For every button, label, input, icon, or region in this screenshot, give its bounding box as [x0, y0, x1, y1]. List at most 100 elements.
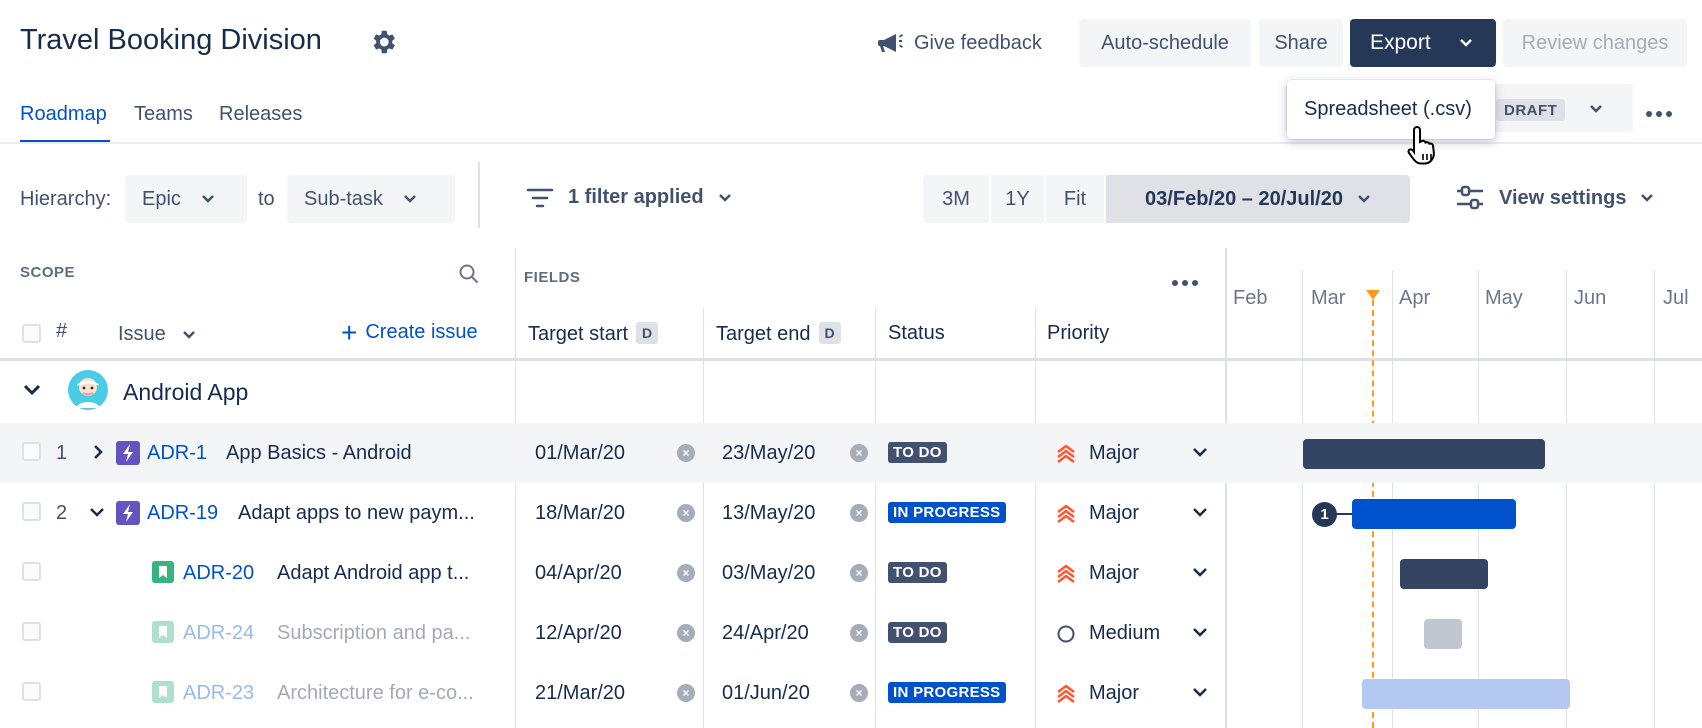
column-divider: [875, 308, 876, 728]
target-end-value[interactable]: 23/May/20: [722, 442, 815, 465]
chevron-down-icon[interactable]: [1192, 507, 1208, 519]
status-header: Status: [888, 322, 945, 344]
clear-date-icon[interactable]: ×: [677, 444, 695, 462]
timeline-divider: [1225, 248, 1227, 728]
target-start-value[interactable]: 04/Apr/20: [535, 562, 622, 585]
search-icon[interactable]: [458, 263, 480, 285]
row-checkbox[interactable]: [22, 442, 41, 461]
target-start-value[interactable]: 21/Mar/20: [535, 682, 625, 705]
issue-key-link[interactable]: ADR-20: [183, 562, 254, 585]
clear-date-icon[interactable]: ×: [677, 684, 695, 702]
issue-key-link[interactable]: ADR-23: [183, 682, 254, 705]
view-settings-button[interactable]: View settings: [1455, 185, 1654, 211]
to-label: to: [258, 188, 275, 210]
issue-column-header[interactable]: Issue: [118, 323, 196, 346]
issue-summary[interactable]: App Basics - Android: [226, 442, 412, 465]
column-divider: [1035, 308, 1036, 728]
issue-summary[interactable]: Architecture for e-co...: [277, 682, 474, 705]
target-end-header: Target end D: [716, 322, 841, 346]
status-badge[interactable]: TO DO: [888, 442, 947, 463]
more-actions-icon[interactable]: [1646, 104, 1676, 122]
status-badge[interactable]: IN PROGRESS: [888, 502, 1006, 523]
collapse-chevron-icon[interactable]: [89, 507, 105, 519]
priority-medium-icon: [1057, 625, 1075, 643]
issue-summary[interactable]: Adapt apps to new paym...: [238, 502, 475, 525]
row-checkbox[interactable]: [22, 682, 41, 701]
target-start-value[interactable]: 18/Mar/20: [535, 502, 625, 525]
month-gridline: [1566, 270, 1567, 728]
clear-date-icon[interactable]: ×: [677, 564, 695, 582]
issue-summary[interactable]: Subscription and pa...: [277, 622, 470, 645]
export-button[interactable]: Export: [1350, 19, 1496, 67]
timeline-bar[interactable]: [1362, 679, 1570, 709]
dependency-count-badge[interactable]: 1: [1312, 502, 1337, 527]
fields-more-icon[interactable]: [1172, 273, 1202, 291]
clear-date-icon[interactable]: ×: [850, 624, 868, 642]
chevron-down-icon[interactable]: [1589, 104, 1603, 114]
export-csv-option[interactable]: Spreadsheet (.csv): [1304, 98, 1472, 121]
timeline-bar[interactable]: [1352, 499, 1516, 529]
chevron-down-icon[interactable]: [1192, 567, 1208, 579]
month-mar: Mar: [1311, 287, 1346, 309]
range-3m-button[interactable]: 3M: [923, 175, 989, 223]
timeline-bar[interactable]: [1303, 439, 1545, 469]
chevron-down-icon[interactable]: [1192, 627, 1208, 639]
issue-key-link[interactable]: ADR-24: [183, 622, 254, 645]
date-range-picker[interactable]: 03/Feb/20 – 20/Jul/20: [1106, 175, 1410, 223]
target-start-value[interactable]: 01/Mar/20: [535, 442, 625, 465]
timeline-bar[interactable]: [1424, 619, 1462, 649]
tab-releases[interactable]: Releases: [219, 103, 302, 126]
target-end-value[interactable]: 24/Apr/20: [722, 622, 809, 645]
target-end-value[interactable]: 03/May/20: [722, 562, 815, 585]
range-fit-button[interactable]: Fit: [1046, 175, 1104, 223]
hierarchy-label: Hierarchy:: [20, 188, 112, 210]
status-badge[interactable]: TO DO: [888, 562, 947, 583]
status-badge[interactable]: IN PROGRESS: [888, 682, 1006, 703]
collapse-chevron-icon[interactable]: [22, 383, 42, 397]
header-bottom-border: [0, 358, 1702, 361]
row-checkbox[interactable]: [22, 502, 41, 521]
clear-date-icon[interactable]: ×: [850, 504, 868, 522]
issue-key-link[interactable]: ADR-19: [147, 502, 218, 525]
hierarchy-from-select[interactable]: Epic: [125, 175, 247, 223]
date-badge: D: [636, 322, 659, 344]
priority-major-icon: [1057, 504, 1075, 523]
target-end-value[interactable]: 13/May/20: [722, 502, 815, 525]
clear-date-icon[interactable]: ×: [677, 624, 695, 642]
share-button[interactable]: Share: [1259, 19, 1343, 67]
month-jul: Jul: [1663, 287, 1689, 309]
issue-summary[interactable]: Adapt Android app t...: [277, 562, 469, 585]
filter-button[interactable]: 1 filter applied: [526, 186, 732, 209]
target-end-value[interactable]: 01/Jun/20: [722, 682, 810, 705]
expand-chevron-icon[interactable]: [92, 444, 104, 460]
row-checkbox[interactable]: [22, 562, 41, 581]
tab-teams[interactable]: Teams: [134, 103, 193, 126]
export-menu: Spreadsheet (.csv): [1287, 80, 1495, 139]
gear-icon[interactable]: [368, 27, 398, 57]
select-all-checkbox[interactable]: [22, 324, 41, 343]
issue-key-link[interactable]: ADR-1: [147, 442, 207, 465]
create-issue-button[interactable]: + Create issue: [341, 318, 478, 346]
clear-date-icon[interactable]: ×: [677, 504, 695, 522]
priority-value: Major: [1089, 502, 1140, 524]
timeline-bar[interactable]: [1400, 559, 1488, 589]
auto-schedule-button[interactable]: Auto-schedule: [1079, 19, 1251, 67]
tab-roadmap[interactable]: Roadmap: [20, 103, 107, 126]
status-badge[interactable]: TO DO: [888, 622, 947, 643]
clear-date-icon[interactable]: ×: [850, 684, 868, 702]
give-feedback-button[interactable]: Give feedback: [878, 19, 1042, 67]
target-start-value[interactable]: 12/Apr/20: [535, 622, 622, 645]
row-checkbox[interactable]: [22, 622, 41, 641]
priority-major-icon: [1057, 444, 1075, 463]
export-label: Export: [1370, 31, 1431, 54]
priority-value: Major: [1089, 442, 1140, 464]
chevron-down-icon[interactable]: [1192, 447, 1208, 459]
review-changes-button[interactable]: Review changes: [1503, 19, 1687, 67]
clear-date-icon[interactable]: ×: [850, 444, 868, 462]
hierarchy-to-select[interactable]: Sub-task: [287, 175, 455, 223]
range-1y-button[interactable]: 1Y: [991, 175, 1044, 223]
chevron-down-icon[interactable]: [1192, 687, 1208, 699]
group-title: Android App: [123, 379, 249, 405]
clear-date-icon[interactable]: ×: [850, 564, 868, 582]
story-icon: [152, 561, 174, 583]
